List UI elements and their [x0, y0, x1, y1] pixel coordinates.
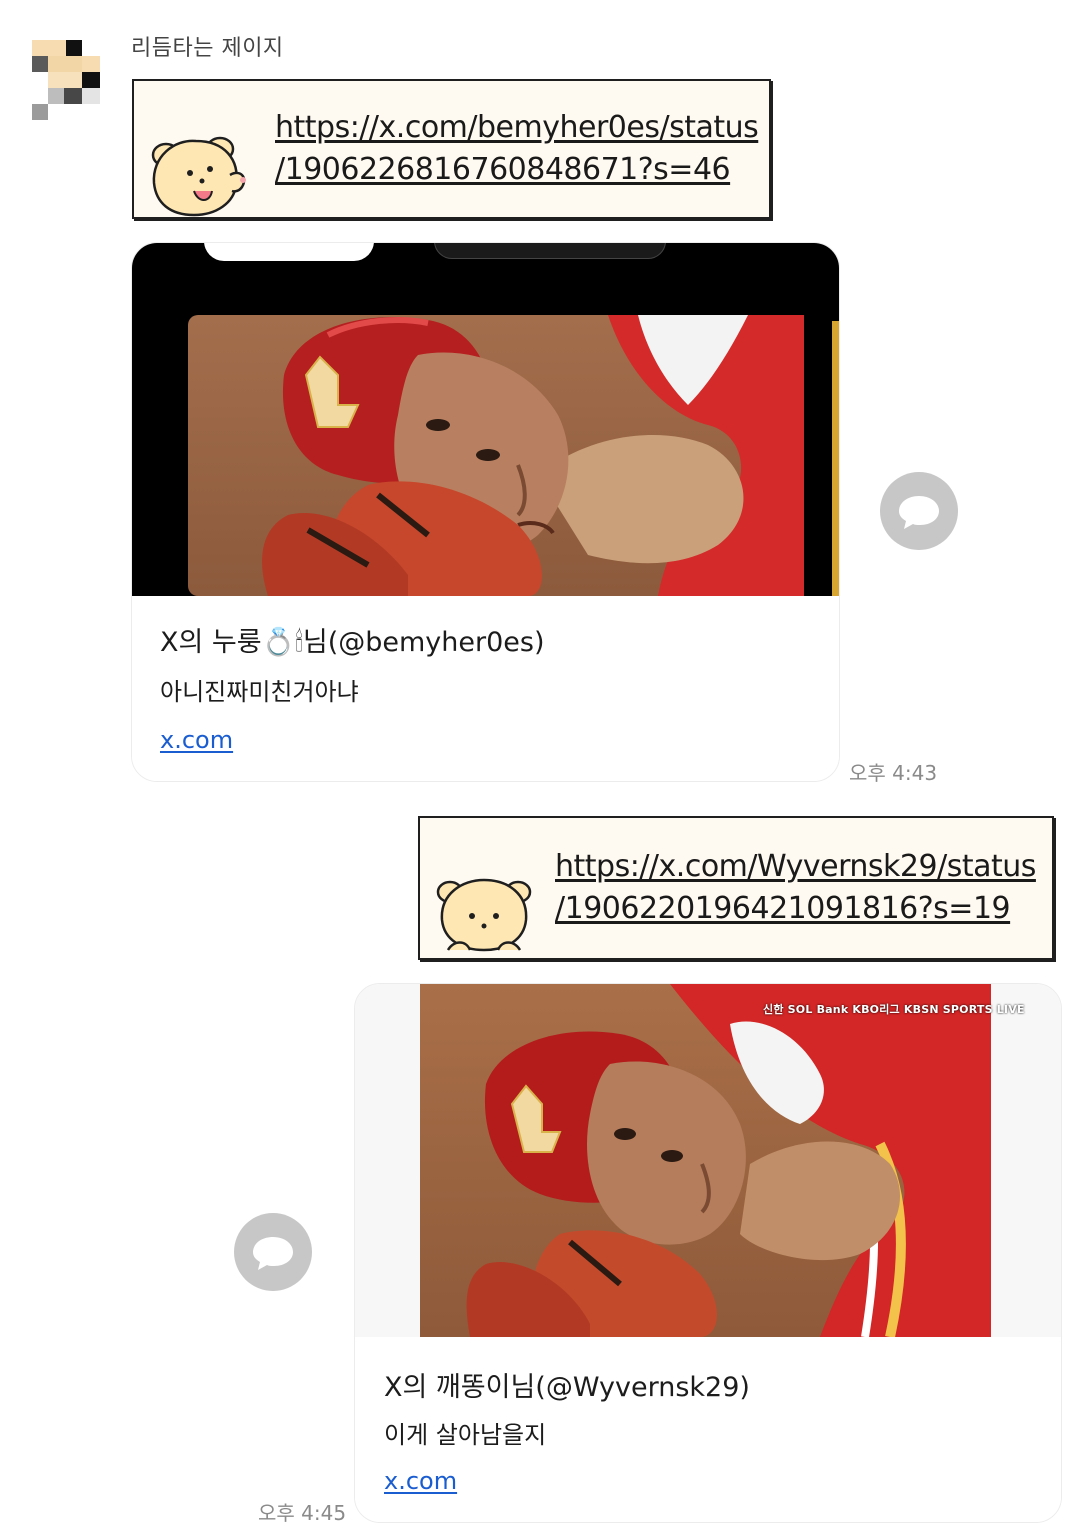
preview-domain-link[interactable]: x.com: [160, 726, 233, 754]
timestamp-2: 오후 4:45: [258, 1501, 347, 1525]
share-button-1[interactable]: [880, 472, 958, 550]
bear-icon: [151, 136, 246, 217]
preview-body: X의 누룽💍🕯님(@bemyher0es) 아니진짜미친거아냐 x.com: [132, 596, 839, 781]
link-preview-card-2[interactable]: 신한 SOL Bank KBO리그 KBSN SPORTS LIVE X의 깨똥…: [354, 983, 1062, 1523]
speech-bubble-icon: [253, 1237, 293, 1270]
preview-title: X의 누룽💍🕯님(@bemyher0es): [160, 627, 545, 658]
preview-title: X의 깨똥이님(@Wyvernsk29): [384, 1372, 750, 1403]
link-text-line1[interactable]: https://x.com/Wyvernsk29/status: [555, 846, 1036, 888]
preview-domain-link[interactable]: x.com: [384, 1467, 457, 1495]
timestamp-1: 오후 4:43: [849, 761, 938, 785]
preview-description: 이게 살아남을지: [384, 1421, 547, 1449]
sender-avatar[interactable]: [32, 40, 100, 120]
link-bubble-2[interactable]: https://x.com/Wyvernsk29/status /1906220…: [418, 816, 1054, 960]
speech-bubble-icon: [899, 496, 939, 529]
preview-description: 아니진짜미친거아냐: [160, 678, 359, 706]
link-bubble-1[interactable]: https://x.com/bemyher0es/status /1906226…: [132, 79, 771, 219]
preview-image: [132, 243, 839, 596]
preview-image: 신한 SOL Bank KBO리그 KBSN SPORTS LIVE: [355, 984, 1061, 1337]
link-text-line1[interactable]: https://x.com/bemyher0es/status: [275, 107, 759, 149]
link-text-line2[interactable]: /1906220196421091816?s=19: [555, 888, 1011, 930]
preview-body: X의 깨똥이님(@Wyvernsk29) 이게 살아남을지 x.com: [355, 1337, 1061, 1522]
bear-icon: [436, 878, 532, 952]
link-text-line2[interactable]: /1906226816760848671?s=46: [275, 149, 731, 191]
link-preview-card-1[interactable]: X의 누룽💍🕯님(@bemyher0es) 아니진짜미친거아냐 x.com: [131, 242, 840, 782]
sender-name: 리듬타는 제이지: [131, 36, 284, 61]
broadcast-logo: 신한 SOL Bank KBO리그 KBSN SPORTS LIVE: [763, 1003, 1025, 1016]
share-button-2[interactable]: [234, 1213, 312, 1291]
